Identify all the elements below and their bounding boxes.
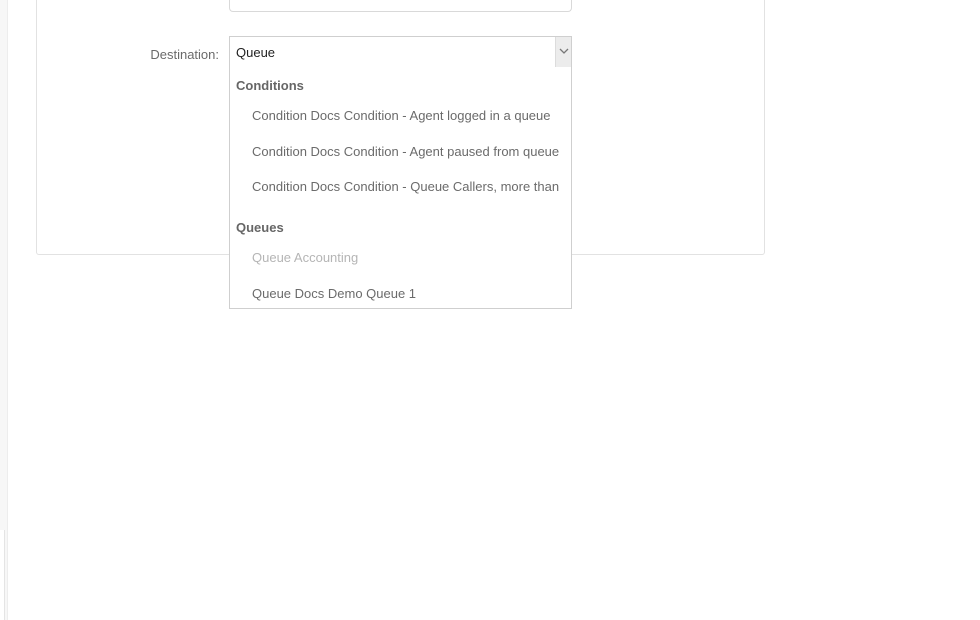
select-arrow-button[interactable] bbox=[555, 37, 571, 67]
destination-label: Destination: bbox=[150, 47, 219, 62]
destination-dropdown-list[interactable]: Conditions Condition Docs Condition - Ag… bbox=[229, 67, 572, 309]
option-queue-accounting: Queue Accounting bbox=[252, 250, 359, 265]
group-label-conditions: Conditions bbox=[236, 78, 304, 93]
destination-select[interactable]: Queue bbox=[229, 36, 572, 68]
option-condition-agent-paused[interactable]: Condition Docs Condition - Agent paused … bbox=[252, 144, 559, 159]
page-left-gutter-edge bbox=[0, 530, 5, 620]
option-condition-agent-logged-in[interactable]: Condition Docs Condition - Agent logged … bbox=[252, 108, 551, 123]
page-left-gutter bbox=[0, 0, 8, 620]
chevron-down-icon bbox=[559, 48, 569, 54]
previous-field-input[interactable] bbox=[229, 0, 572, 12]
option-condition-queue-callers[interactable]: Condition Docs Condition - Queue Callers… bbox=[252, 179, 559, 194]
destination-select-value: Queue bbox=[236, 45, 276, 60]
option-queue-docs-demo-1[interactable]: Queue Docs Demo Queue 1 bbox=[252, 286, 416, 301]
group-label-queues: Queues bbox=[236, 220, 284, 235]
